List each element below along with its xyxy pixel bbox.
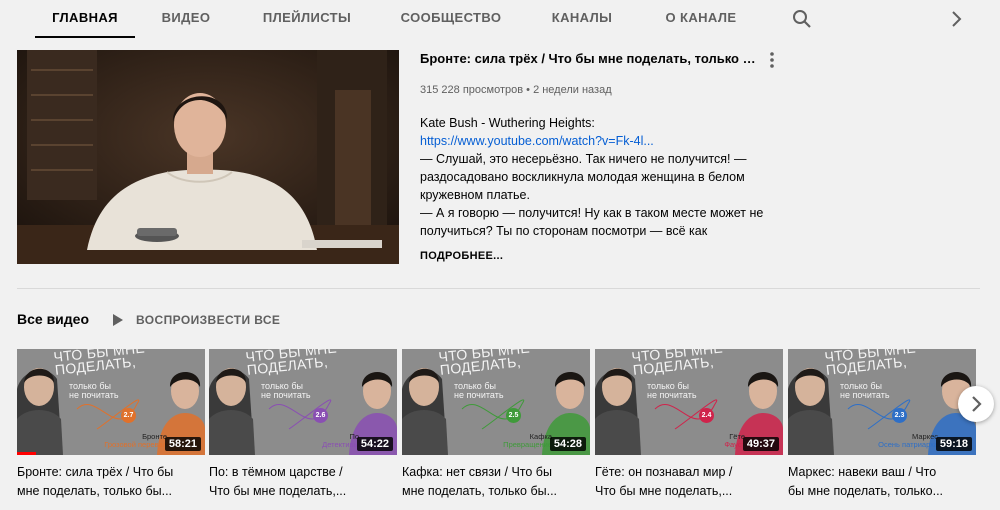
video-title-line: Бронте: сила трёх / Что бы [17,465,174,479]
video-card[interactable]: ЧТО БЫ МНЕ ПОДЕЛАТЬ, только бы не почитать 2… [209,349,397,504]
featured-video-title[interactable]: Бронте: сила трёх / Что бы мне поделать,… [420,51,760,66]
description-line: кружевном платье. [420,188,530,202]
chevron-right-icon[interactable] [944,7,968,31]
episode-number-badge: 2.6 [313,408,328,423]
description-line: — А я говорю — получится! Ну как в таком… [420,206,764,220]
shelf-next-button[interactable] [958,386,994,422]
video-title-line: Гёте: он познавал мир / [595,465,733,479]
video-title[interactable]: По: в тёмном царстве / Что бы мне поделат… [209,463,387,501]
video-title-line: Что бы мне поделать,... [209,484,347,498]
play-all-label: ВОСПРОИЗВЕСТИ ВСЕ [136,313,281,327]
episode-number-badge: 2.5 [506,408,521,423]
book-caption: Детективы [322,440,359,449]
featured-video-meta: 315 228 просмотров • 2 недели назад [420,84,612,96]
chevron-right-icon [972,396,982,412]
tab-videos[interactable]: Видео [150,0,222,38]
featured-video-description: Kate Bush - Wuthering Heights: https://w… [420,114,790,250]
watch-progress-bar [17,452,36,455]
video-title-line: Маркес: навеки ваш / Что [788,465,937,479]
thumbnail-subheading: только бы не почитать [261,382,311,400]
video-title-line: мне поделать, только бы... [402,484,558,498]
description-line: Kate Bush - Wuthering Heights: [420,116,595,130]
video-thumbnail[interactable]: ЧТО БЫ МНЕ ПОДЕЛАТЬ, только бы не почитать 2… [17,349,205,455]
video-title-line: По: в тёмном царстве / [209,465,343,479]
thumbnail-subheading-line: не почитать [261,390,311,400]
duration-badge: 54:22 [356,437,393,451]
tab-community[interactable]: Сообщество [392,0,510,38]
video-thumbnail[interactable]: ЧТО БЫ МНЕ ПОДЕЛАТЬ, только бы не почитать 2… [788,349,976,455]
video-title[interactable]: Бронте: сила трёх / Что бы мне поделать, … [17,463,195,501]
thumbnail-subheading: только бы не почитать [69,382,119,400]
section-divider [17,288,980,289]
video-title-line: мне поделать, только бы... [17,484,173,498]
video-card[interactable]: ЧТО БЫ МНЕ ПОДЕЛАТЬ, только бы не почитать 2… [595,349,783,504]
video-title[interactable]: Маркес: навеки ваш / Что бы мне поделать,… [788,463,966,501]
meta-separator: • [526,84,530,96]
channel-tabs: Главная Видео Плейлисты Сообщество Канал… [0,0,1000,38]
episode-number-badge: 2.7 [121,408,136,423]
book-caption: Фауст [724,440,745,449]
featured-video-thumbnail[interactable] [17,50,399,264]
description-link[interactable]: https://www.youtube.com/watch?v=Fk-4l... [420,134,654,148]
book-caption: Грозовой перевал [104,440,167,449]
episode-number-badge: 2.4 [699,408,714,423]
video-title[interactable]: Гёте: он познавал мир / Что бы мне подела… [595,463,773,501]
thumbnail-subheading-line: не почитать [454,390,504,400]
thumbnail-subheading-line: не почитать [647,390,697,400]
video-title-line: бы мне поделать, только... [788,484,944,498]
more-vert-icon[interactable] [760,48,784,72]
shelf-title[interactable]: Все видео [17,311,89,327]
video-thumbnail[interactable]: ЧТО БЫ МНЕ ПОДЕЛАТЬ, только бы не почитать 2… [402,349,590,455]
video-thumbnail[interactable]: ЧТО БЫ МНЕ ПОДЕЛАТЬ, только бы не почитать 2… [209,349,397,455]
book-caption: Осень патриарха [878,440,938,449]
upload-age: 2 недели назад [533,84,612,96]
video-card[interactable]: ЧТО БЫ МНЕ ПОДЕЛАТЬ, только бы не почитать 2… [17,349,205,504]
video-title-line: Кафка: нет связи / Что бы [402,465,552,479]
thumbnail-subheading: только бы не почитать [647,382,697,400]
thumbnail-subheading: только бы не почитать [840,382,890,400]
description-line: раздосадовано воскликнула молодая женщин… [420,170,745,184]
view-count: 315 228 просмотров [420,84,524,96]
duration-badge: 54:28 [549,437,586,451]
search-icon[interactable] [790,7,814,31]
duration-badge: 59:18 [935,437,972,451]
book-caption: Превращение [503,440,552,449]
video-title-line: Что бы мне поделать,... [595,484,733,498]
show-more-button[interactable]: ПОДРОБНЕЕ... [420,250,503,262]
tab-about[interactable]: О канале [654,0,748,38]
video-card[interactable]: ЧТО БЫ МНЕ ПОДЕЛАТЬ, только бы не почитать 2… [788,349,976,504]
play-all-button[interactable]: ВОСПРОИЗВЕСТИ ВСЕ [112,310,280,330]
thumbnail-subheading-line: не почитать [840,390,890,400]
video-title[interactable]: Кафка: нет связи / Что бы мне поделать, т… [402,463,580,501]
thumbnail-subheading-line: не почитать [69,390,119,400]
thumbnail-subheading: только бы не почитать [454,382,504,400]
episode-number-badge: 2.3 [892,408,907,423]
play-icon [113,314,123,326]
video-card[interactable]: ЧТО БЫ МНЕ ПОДЕЛАТЬ, только бы не почитать 2… [402,349,590,504]
tab-channels[interactable]: Каналы [540,0,624,38]
video-thumbnail[interactable]: ЧТО БЫ МНЕ ПОДЕЛАТЬ, только бы не почитать 2… [595,349,783,455]
duration-badge: 58:21 [164,437,201,451]
tab-playlists[interactable]: Плейлисты [252,0,362,38]
tab-home[interactable]: Главная [35,0,135,38]
duration-badge: 49:37 [742,437,779,451]
description-line: — Слушай, это несерьёзно. Так ничего не … [420,152,747,166]
description-line: получиться? Ты по сторонам посмотри — вс… [420,224,708,238]
